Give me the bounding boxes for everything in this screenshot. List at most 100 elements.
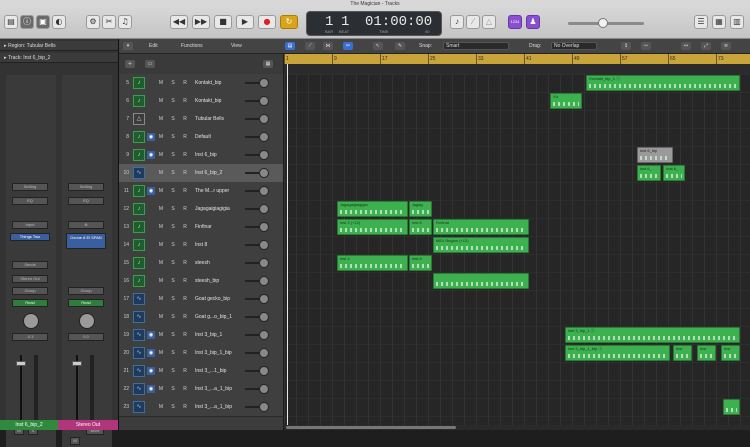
input-monitor-icon[interactable]: ◉ bbox=[147, 133, 155, 141]
track-row[interactable]: 14 ♪ M S R Inst 8 bbox=[119, 236, 283, 255]
play-button[interactable]: ▶ bbox=[236, 15, 254, 29]
zoom-icon[interactable]: ↔ bbox=[681, 42, 691, 50]
track-volume-slider[interactable] bbox=[245, 172, 259, 174]
track-pan-knob[interactable] bbox=[259, 114, 269, 124]
track-volume-slider[interactable] bbox=[245, 244, 259, 246]
strip2-pan-knob[interactable] bbox=[79, 313, 95, 329]
track-pan-knob[interactable] bbox=[259, 312, 269, 322]
record-button[interactable]: ● bbox=[258, 15, 276, 29]
track-pan-knob[interactable] bbox=[259, 96, 269, 106]
solo-button[interactable]: S bbox=[169, 151, 177, 159]
record-enable-button[interactable]: R bbox=[181, 79, 189, 87]
mute-button[interactable]: M bbox=[157, 133, 165, 141]
list-editors-icon[interactable]: ☰ bbox=[694, 15, 708, 29]
track-pan-knob[interactable] bbox=[259, 330, 269, 340]
track-name[interactable]: Inst 3_...a_1_bip bbox=[195, 398, 232, 416]
track-row[interactable]: 22 ∿ ◉ M S R Inst 3_...a_1_bip bbox=[119, 380, 283, 399]
track-row[interactable]: 10 ∿ M S R Inst 6_bip_2 bbox=[119, 164, 283, 183]
midi-region[interactable]: Ko bbox=[550, 93, 582, 109]
track-volume-slider[interactable] bbox=[245, 100, 259, 102]
track-row[interactable]: 23 ∿ M S R Inst 3_...a_1_bip bbox=[119, 398, 283, 417]
catch-icon[interactable]: ▤ bbox=[285, 42, 295, 50]
track-name[interactable]: steesh_bip bbox=[195, 272, 219, 290]
midi-region[interactable]: Inst 8 bbox=[408, 219, 432, 235]
midi-region[interactable]: Inst 3 (+12) bbox=[336, 219, 408, 235]
track-pan-knob[interactable] bbox=[259, 78, 269, 88]
solo-button[interactable]: S bbox=[169, 115, 177, 123]
mute-button[interactable]: M bbox=[157, 331, 165, 339]
track-row[interactable]: 18 ∿ M S R Goat g...o_bip_1 bbox=[119, 308, 283, 327]
region-inspector-header[interactable]: ▸ Region: Tubular Bells bbox=[0, 41, 118, 51]
track-row[interactable]: 13 ♪ M S R Finfinar bbox=[119, 218, 283, 237]
track-row[interactable]: 20 ∿ ◉ M S R Inst 3_bip_1_bip bbox=[119, 344, 283, 363]
horizontal-scrollbar[interactable] bbox=[284, 425, 750, 430]
record-enable-button[interactable]: R bbox=[181, 151, 189, 159]
mute-button[interactable]: M bbox=[157, 313, 165, 321]
track-name[interactable]: Kontakt_bip bbox=[195, 74, 221, 92]
snap-select[interactable]: Smart bbox=[443, 42, 509, 50]
midi-region[interactable]: Inst 4 bbox=[336, 255, 408, 271]
mute-button[interactable]: M bbox=[157, 241, 165, 249]
track-name[interactable]: Inst 3_...a_1_bip bbox=[195, 380, 232, 398]
record-enable-button[interactable]: R bbox=[181, 277, 189, 285]
mute-button[interactable]: M bbox=[157, 79, 165, 87]
track-name[interactable]: Finfinar bbox=[195, 218, 212, 236]
input-monitor-icon[interactable]: ◉ bbox=[147, 385, 155, 393]
track-name[interactable]: Goat gecko_bip bbox=[195, 290, 230, 308]
track-row[interactable]: 17 ∿ M S R Goat gecko_bip bbox=[119, 290, 283, 309]
track-row[interactable]: 7 △ M S R Tubular Bells bbox=[119, 110, 283, 129]
track-pan-knob[interactable] bbox=[259, 222, 269, 232]
track-pan-knob[interactable] bbox=[259, 348, 269, 358]
track-pan-knob[interactable] bbox=[259, 168, 269, 178]
metronome-button[interactable]: ♟ bbox=[526, 15, 540, 29]
pencil-tool-icon[interactable]: ✎ bbox=[395, 42, 405, 50]
track-name[interactable]: Inst 3_bip_1_bip bbox=[195, 344, 232, 362]
strip1-instrument-slot[interactable]: Things Two bbox=[10, 233, 50, 241]
record-enable-button[interactable]: R bbox=[181, 115, 189, 123]
track-volume-slider[interactable] bbox=[245, 118, 259, 120]
midi-region[interactable] bbox=[723, 399, 740, 415]
track-volume-slider[interactable] bbox=[245, 298, 259, 300]
track-volume-slider[interactable] bbox=[245, 334, 259, 336]
cycle-button[interactable]: ↻ bbox=[280, 15, 298, 29]
midi-region[interactable]: Kontakt_bip_1 ⓘ bbox=[586, 75, 740, 91]
track-name[interactable]: Tubular Bells bbox=[195, 110, 224, 128]
record-enable-button[interactable]: R bbox=[181, 205, 189, 213]
solo-button[interactable]: S bbox=[169, 349, 177, 357]
solo-button[interactable]: S bbox=[169, 331, 177, 339]
midi-region[interactable]: Inst 3_bip_1 ⓘ bbox=[564, 327, 740, 343]
score-icon[interactable]: ♫ bbox=[118, 15, 132, 29]
edit-menu[interactable]: Edit bbox=[149, 42, 158, 50]
track-volume-slider[interactable] bbox=[245, 352, 259, 354]
track-pan-knob[interactable] bbox=[259, 186, 269, 196]
solo-button[interactable]: S bbox=[169, 223, 177, 231]
track-pan-knob[interactable] bbox=[259, 294, 269, 304]
strip1-input-button[interactable]: Input bbox=[12, 221, 48, 229]
track-row[interactable]: 12 ♪ M S R Jagagaigiagigia bbox=[119, 200, 283, 219]
track-name[interactable]: Kontakt_bip bbox=[195, 92, 221, 110]
strip2-automation-mode[interactable]: Read bbox=[68, 299, 104, 307]
solo-button[interactable]: S bbox=[169, 313, 177, 321]
strip1-fader-cap[interactable] bbox=[16, 361, 26, 366]
track-volume-slider[interactable] bbox=[245, 370, 259, 372]
playhead[interactable] bbox=[287, 64, 288, 430]
record-enable-button[interactable]: R bbox=[181, 367, 189, 375]
solo-button[interactable]: S bbox=[169, 403, 177, 411]
track-row[interactable]: 5 ♪ M S R Kontakt_bip bbox=[119, 74, 283, 93]
record-enable-button[interactable]: R bbox=[181, 331, 189, 339]
record-enable-button[interactable]: R bbox=[181, 133, 189, 141]
track-name[interactable]: The M...r upper bbox=[195, 182, 229, 200]
track-volume-slider[interactable] bbox=[245, 82, 259, 84]
track-pan-knob[interactable] bbox=[259, 402, 269, 412]
add-track-icon[interactable]: + bbox=[125, 60, 135, 68]
record-enable-button[interactable]: R bbox=[181, 259, 189, 267]
track-name[interactable]: Inst 3_bip_1 bbox=[195, 326, 222, 344]
mute-button[interactable]: M bbox=[157, 223, 165, 231]
record-enable-button[interactable]: R bbox=[181, 385, 189, 393]
solo-button[interactable]: S bbox=[169, 187, 177, 195]
stop-button[interactable]: ■ bbox=[214, 15, 232, 29]
track-volume-slider[interactable] bbox=[245, 226, 259, 228]
record-enable-button[interactable]: R bbox=[181, 97, 189, 105]
track-pan-knob[interactable] bbox=[259, 258, 269, 268]
input-monitor-icon[interactable]: ◉ bbox=[147, 187, 155, 195]
